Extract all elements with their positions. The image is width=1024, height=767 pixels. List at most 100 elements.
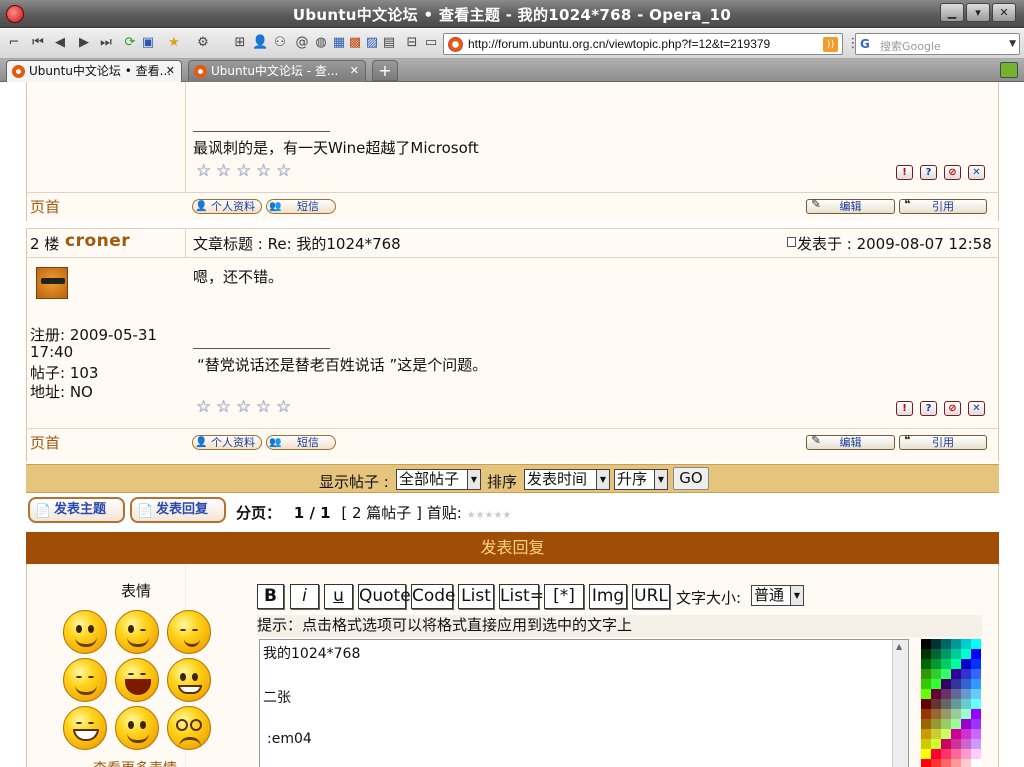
info-icon[interactable]: ? <box>920 165 937 180</box>
color-swatch[interactable] <box>961 669 971 679</box>
smiley-icon[interactable] <box>63 610 107 654</box>
textarea-scrollbar[interactable]: ▲ <box>892 640 908 767</box>
color-swatch[interactable] <box>921 719 931 729</box>
color-swatch[interactable] <box>971 669 981 679</box>
color-swatch[interactable] <box>971 659 981 669</box>
color-swatch[interactable] <box>931 749 941 759</box>
color-swatch[interactable] <box>941 659 951 669</box>
color-swatch[interactable] <box>951 669 961 679</box>
color-swatch[interactable] <box>951 679 961 689</box>
color-swatch[interactable] <box>941 759 951 767</box>
color-swatch[interactable] <box>921 689 931 699</box>
back-to-top-link[interactable]: 页首 <box>30 196 60 217</box>
color-swatch[interactable] <box>961 679 971 689</box>
color-swatch[interactable] <box>971 639 981 649</box>
color-swatch[interactable] <box>951 699 961 709</box>
wink-icon[interactable] <box>115 610 159 654</box>
color-swatch[interactable] <box>941 669 951 679</box>
color-swatch[interactable] <box>931 739 941 749</box>
transfers-icon[interactable]: ▤ <box>381 35 397 51</box>
close-tab-icon[interactable]: ✕ <box>166 61 175 81</box>
color-swatch[interactable] <box>921 749 931 759</box>
zoom-icon[interactable]: ⊞ <box>232 35 248 51</box>
color-swatch[interactable] <box>971 749 981 759</box>
panel-icon[interactable]: ⌐ <box>6 35 22 51</box>
color-swatch[interactable] <box>921 759 931 767</box>
color-swatch[interactable] <box>941 709 951 719</box>
color-swatch[interactable] <box>971 739 981 749</box>
color-swatch[interactable] <box>931 709 941 719</box>
warn-icon[interactable]: ⊘ <box>944 401 961 416</box>
color-swatch[interactable] <box>931 669 941 679</box>
color-swatch[interactable] <box>971 709 981 719</box>
image-button[interactable]: Img <box>589 584 627 609</box>
color-swatch[interactable] <box>961 759 971 767</box>
color-swatch[interactable] <box>931 729 941 739</box>
back-icon[interactable]: ◀ <box>52 35 68 51</box>
mail-icon[interactable]: @ <box>294 35 310 51</box>
wand-icon[interactable]: ⚙ <box>195 35 211 51</box>
color-swatch[interactable] <box>971 729 981 739</box>
laugh-icon[interactable] <box>115 658 159 702</box>
report-icon[interactable]: ! <box>896 165 913 180</box>
show-select[interactable]: 全部帖子 ▼ <box>396 469 481 490</box>
color-swatch[interactable] <box>971 679 981 689</box>
color-palette[interactable] <box>921 639 981 767</box>
color-swatch[interactable] <box>951 689 961 699</box>
color-swatch[interactable] <box>961 719 971 729</box>
color-swatch[interactable] <box>921 659 931 669</box>
giggle-icon[interactable] <box>63 658 107 702</box>
window-icon[interactable]: ▣ <box>140 35 156 51</box>
profile-button[interactable]: 👤 个人资料 <box>192 435 262 450</box>
reload-icon[interactable]: ⟳ <box>122 35 138 51</box>
color-swatch[interactable] <box>931 759 941 767</box>
feed-icon[interactable]: ◍ <box>313 35 329 51</box>
color-swatch[interactable] <box>921 709 931 719</box>
minimize-button[interactable]: ▁ <box>940 3 964 22</box>
more-smilies-link[interactable]: 查看更多表情 <box>93 758 177 767</box>
contact-icon[interactable]: 👤 <box>252 35 268 51</box>
ordered-list-button[interactable]: List= <box>499 584 544 609</box>
underline-button[interactable]: u <box>324 584 353 609</box>
tab-2[interactable]: Ubuntu中文论坛 - 查... ✕ <box>188 60 366 82</box>
unite-icon[interactable]: ▨ <box>364 35 380 51</box>
back-to-top-link[interactable]: 页首 <box>30 432 60 453</box>
color-swatch[interactable] <box>931 699 941 709</box>
color-swatch[interactable] <box>961 649 971 659</box>
color-swatch[interactable] <box>941 639 951 649</box>
fast-forward-icon[interactable]: ⏭ <box>98 35 114 51</box>
color-swatch[interactable] <box>931 649 941 659</box>
color-swatch[interactable] <box>931 719 941 729</box>
color-swatch[interactable] <box>951 729 961 739</box>
color-swatch[interactable] <box>921 699 931 709</box>
color-swatch[interactable] <box>951 719 961 729</box>
print-icon[interactable]: ▭ <box>423 35 439 51</box>
color-swatch[interactable] <box>961 709 971 719</box>
bold-button[interactable]: B <box>257 584 284 609</box>
color-swatch[interactable] <box>941 679 951 689</box>
go-button[interactable]: GO <box>673 467 709 490</box>
new-topic-button[interactable]: 📄 发表主题 <box>28 497 125 523</box>
close-tab-icon[interactable]: ✕ <box>350 61 359 81</box>
post-2-author[interactable]: croner <box>65 231 130 251</box>
bookmark-star-icon[interactable]: ★ <box>166 35 182 51</box>
url-button[interactable]: URL <box>632 584 670 609</box>
tab-1[interactable]: Ubuntu中文论坛 • 查看... ✕ <box>6 60 182 82</box>
reply-button[interactable]: 📄 发表回复 <box>130 497 226 523</box>
color-swatch[interactable] <box>931 659 941 669</box>
color-swatch[interactable] <box>971 759 981 767</box>
fit-icon[interactable]: ⊟ <box>404 35 420 51</box>
color-swatch[interactable] <box>961 729 971 739</box>
color-swatch[interactable] <box>951 639 961 649</box>
notes-icon[interactable]: ▦ <box>331 35 347 51</box>
color-swatch[interactable] <box>921 679 931 689</box>
color-swatch[interactable] <box>961 739 971 749</box>
smirk-icon[interactable] <box>167 610 211 654</box>
forward-icon[interactable]: ▶ <box>76 35 92 51</box>
quote-button[interactable]: ❝ 引用 <box>899 198 987 214</box>
color-swatch[interactable] <box>961 699 971 709</box>
color-swatch[interactable] <box>961 689 971 699</box>
color-swatch[interactable] <box>921 729 931 739</box>
color-swatch[interactable] <box>921 669 931 679</box>
people-icon[interactable]: ⚇ <box>272 35 288 51</box>
